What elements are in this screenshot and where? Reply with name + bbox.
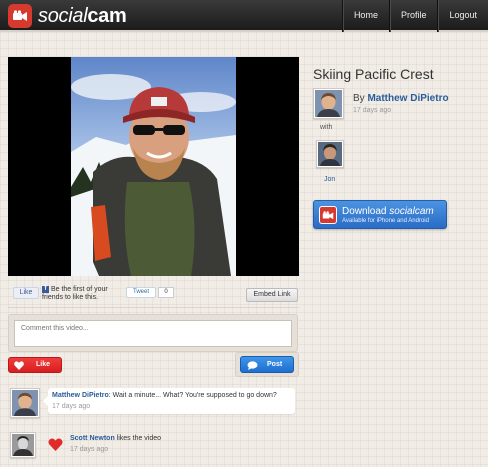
commenter-name[interactable]: Matthew DiPietro — [52, 392, 109, 399]
download-label-part2: socialcam — [389, 206, 434, 217]
like-activity-ago: 17 days ago — [70, 446, 109, 453]
by-line: By Matthew DiPietro — [353, 93, 449, 104]
socialcam-logo[interactable]: socialcam — [8, 4, 127, 28]
video-title: Skiing Pacific Crest — [313, 66, 434, 82]
embed-link-button[interactable]: Embed Link — [246, 288, 298, 302]
comment-body: : Wait a minute... What? You're supposed… — [108, 392, 277, 399]
by-prefix: By — [353, 93, 368, 104]
commenter-avatar[interactable] — [10, 388, 40, 418]
logo-text-part1: social — [38, 4, 88, 27]
comment-ago: 17 days ago — [52, 403, 91, 410]
facebook-icon: f — [42, 286, 49, 293]
liker-name[interactable]: Scott Newton — [70, 435, 115, 442]
speech-bubble-icon — [247, 361, 258, 370]
comment-card: Matthew DiPietro: Wait a minute... What?… — [43, 388, 295, 414]
post-comment-button[interactable]: Post — [240, 356, 294, 373]
divider — [8, 307, 299, 308]
like-activity-text: Scott Newton likes the video — [70, 435, 161, 442]
heart-icon — [48, 438, 63, 451]
like-activity-body: likes the video — [114, 435, 162, 442]
download-label-part1: Download — [342, 206, 390, 217]
top-bar: socialcam Home Profile Logout — [0, 0, 488, 32]
facebook-like-caption: Be the first of your friends to like thi… — [42, 286, 108, 301]
comment-input[interactable] — [14, 320, 292, 347]
post-label: Post — [267, 361, 283, 368]
with-label: with — [320, 124, 333, 131]
tweet-count: 0 — [158, 287, 174, 298]
facebook-like-text: f Be the first of your friends to like t… — [42, 286, 117, 302]
nav-profile[interactable]: Profile — [388, 0, 438, 32]
author-avatar[interactable] — [313, 88, 344, 119]
video-frame — [71, 57, 236, 276]
download-sublabel: Available for iPhone and Android — [342, 218, 429, 224]
comment-panel — [8, 314, 298, 352]
top-nav: Home Profile Logout — [341, 0, 488, 32]
camera-icon — [8, 4, 32, 28]
collaborator-link[interactable]: Jon — [324, 176, 335, 183]
like-video-button[interactable]: Like — [8, 357, 62, 373]
tweet-button[interactable]: Tweet — [126, 287, 156, 298]
post-panel: Post — [235, 352, 299, 377]
comment-text: Matthew DiPietro: Wait a minute... What?… — [52, 392, 277, 399]
download-app-button[interactable]: Download socialcam Available for iPhone … — [313, 200, 447, 229]
download-title: Download socialcam — [342, 206, 434, 217]
logo-wordmark: socialcam — [38, 4, 127, 28]
logo-text-part2: cam — [87, 4, 127, 27]
camera-icon — [319, 206, 337, 224]
liker-avatar[interactable] — [10, 432, 36, 458]
video-posted-ago: 17 days ago — [353, 107, 392, 114]
heart-icon — [14, 361, 24, 370]
like-label: Like — [36, 361, 51, 368]
nav-logout[interactable]: Logout — [437, 0, 488, 32]
video-player[interactable] — [8, 57, 299, 276]
facebook-like-button[interactable]: Like — [13, 287, 39, 299]
nav-home[interactable]: Home — [341, 0, 389, 32]
collaborator-avatar[interactable] — [316, 140, 344, 168]
author-link[interactable]: Matthew DiPietro — [367, 93, 448, 104]
